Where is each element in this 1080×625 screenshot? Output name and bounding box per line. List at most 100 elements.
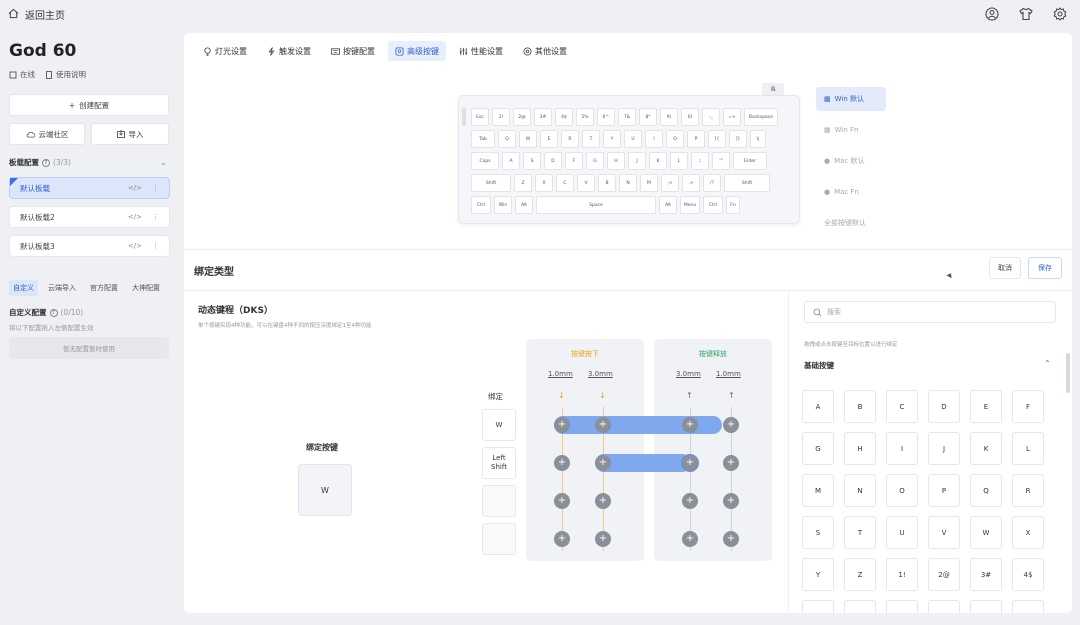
- keyboard-key[interactable]: Alt: [515, 196, 533, 214]
- keyboard-key[interactable]: Ctrl: [703, 196, 723, 214]
- keyboard-key[interactable]: X: [535, 174, 553, 192]
- add-action-icon[interactable]: +: [723, 531, 739, 547]
- chevron-up-icon[interactable]: ⌃: [1044, 359, 1051, 368]
- picker-key[interactable]: 0): [1012, 600, 1044, 613]
- add-action-icon[interactable]: +: [723, 417, 739, 433]
- search-input[interactable]: 搜索: [804, 301, 1056, 323]
- source-tab-cloud[interactable]: 云端导入: [44, 280, 80, 296]
- os-option-win-default[interactable]: ▦ Win 默认: [816, 87, 886, 111]
- keyboard-key[interactable]: Shift: [471, 174, 511, 192]
- code-icon[interactable]: </>: [128, 213, 142, 221]
- picker-key[interactable]: M: [802, 474, 834, 507]
- picker-key[interactable]: 4$: [1012, 558, 1044, 591]
- picker-key[interactable]: D: [928, 390, 960, 423]
- picker-key[interactable]: 6^: [844, 600, 876, 613]
- keyboard-key[interactable]: F: [565, 152, 583, 170]
- chevron-down-icon[interactable]: ⌄: [160, 158, 167, 167]
- keyboard-key[interactable]: 7&: [618, 108, 636, 126]
- more-icon[interactable]: ⋮: [152, 184, 159, 192]
- add-action-icon[interactable]: +: [682, 531, 698, 547]
- picker-key[interactable]: H: [844, 432, 876, 465]
- picker-key[interactable]: S: [802, 516, 834, 549]
- add-action-icon[interactable]: +: [723, 455, 739, 471]
- tab-lighting[interactable]: 灯光设置: [196, 41, 254, 61]
- keyboard-key[interactable]: Win: [494, 196, 512, 214]
- keyboard-key[interactable]: ,<: [661, 174, 679, 192]
- keyboard-key[interactable]: Alt: [659, 196, 677, 214]
- tab-key-config[interactable]: 按键配置: [324, 41, 382, 61]
- keyboard-key[interactable]: Menu: [680, 196, 700, 214]
- binding-slot[interactable]: W: [482, 409, 516, 441]
- keyboard-key[interactable]: 1!: [492, 108, 510, 126]
- source-tab-official[interactable]: 官方配置: [86, 280, 122, 296]
- keyboard-key[interactable]: R: [561, 130, 579, 148]
- keyboard-key[interactable]: K: [649, 152, 667, 170]
- more-icon[interactable]: ⋮: [152, 213, 159, 221]
- picker-key[interactable]: K: [970, 432, 1002, 465]
- press-depth-2[interactable]: 3.0mm: [588, 370, 613, 378]
- keyboard-key[interactable]: 3#: [534, 108, 552, 126]
- add-action-icon[interactable]: +: [682, 455, 698, 471]
- picker-key[interactable]: 3#: [970, 558, 1002, 591]
- keyboard-key[interactable]: =+: [723, 108, 741, 126]
- picker-key[interactable]: L: [1012, 432, 1044, 465]
- add-action-icon[interactable]: +: [595, 455, 611, 471]
- gear-icon[interactable]: [1052, 6, 1068, 22]
- keyboard-key[interactable]: Z: [514, 174, 532, 192]
- os-option-reset-all[interactable]: 全部按键默认: [816, 211, 886, 235]
- picker-key[interactable]: E: [970, 390, 1002, 423]
- add-action-icon[interactable]: +: [682, 417, 698, 433]
- picker-key[interactable]: Y: [802, 558, 834, 591]
- add-action-icon[interactable]: +: [595, 493, 611, 509]
- add-action-icon[interactable]: +: [554, 417, 570, 433]
- add-action-icon[interactable]: +: [554, 493, 570, 509]
- keyboard-key[interactable]: L: [670, 152, 688, 170]
- keyboard-key[interactable]: Q: [498, 130, 516, 148]
- keyboard-key[interactable]: U: [624, 130, 642, 148]
- keyboard-key[interactable]: M: [640, 174, 658, 192]
- tab-trigger[interactable]: 触发设置: [260, 41, 318, 61]
- picker-key[interactable]: I: [886, 432, 918, 465]
- picker-key[interactable]: 1!: [886, 558, 918, 591]
- bind-key-box[interactable]: W: [298, 464, 352, 516]
- keyboard-key[interactable]: O: [666, 130, 684, 148]
- keyboard-key[interactable]: ;:: [691, 152, 709, 170]
- keyboard-key[interactable]: '": [712, 152, 730, 170]
- keyboard-key[interactable]: Fn: [726, 196, 740, 214]
- cloud-community-button[interactable]: 云端社区: [9, 123, 85, 145]
- picker-key[interactable]: 7&: [886, 600, 918, 613]
- manual-link[interactable]: 使用说明: [45, 69, 86, 80]
- keyboard-key[interactable]: J: [628, 152, 646, 170]
- keyboard-key[interactable]: P: [687, 130, 705, 148]
- keyboard-key[interactable]: 2@: [513, 108, 531, 126]
- binding-slot[interactable]: [482, 523, 516, 555]
- picker-key[interactable]: Z: [844, 558, 876, 591]
- keyboard-key[interactable]: 0): [681, 108, 699, 126]
- os-option-mac-fn[interactable]: ● Mac Fn: [816, 180, 886, 204]
- code-icon[interactable]: </>: [128, 184, 142, 192]
- cancel-button[interactable]: 取消: [989, 257, 1021, 279]
- picker-key[interactable]: 2@: [928, 558, 960, 591]
- keyboard-key[interactable]: A: [502, 152, 520, 170]
- keyboard-key[interactable]: V: [577, 174, 595, 192]
- keyboard-key[interactable]: B: [598, 174, 616, 192]
- tab-performance[interactable]: 性能设置: [452, 41, 510, 61]
- user-icon[interactable]: [984, 6, 1000, 22]
- keyboard-key[interactable]: W: [519, 130, 537, 148]
- keyboard-key[interactable]: H: [607, 152, 625, 170]
- keyboard-key[interactable]: Shift: [724, 174, 770, 192]
- keyboard-key[interactable]: -_: [702, 108, 720, 126]
- keyboard-key[interactable]: Backspace: [744, 108, 778, 126]
- save-button[interactable]: 保存: [1028, 257, 1062, 279]
- source-tab-expert[interactable]: 大神配置: [128, 280, 164, 296]
- config-item[interactable]: 默认板载3 </> ⋮: [9, 235, 170, 257]
- picker-key[interactable]: V: [928, 516, 960, 549]
- keyboard-key[interactable]: 4$: [555, 108, 573, 126]
- keyboard-key[interactable]: \|: [750, 130, 766, 148]
- keyboard-key[interactable]: I: [645, 130, 663, 148]
- picker-key[interactable]: T: [844, 516, 876, 549]
- press-depth-1[interactable]: 1.0mm: [548, 370, 573, 378]
- keyboard-key[interactable]: Tab: [471, 130, 495, 148]
- keyboard-key[interactable]: 6^: [597, 108, 615, 126]
- tab-other[interactable]: 其他设置: [516, 41, 574, 61]
